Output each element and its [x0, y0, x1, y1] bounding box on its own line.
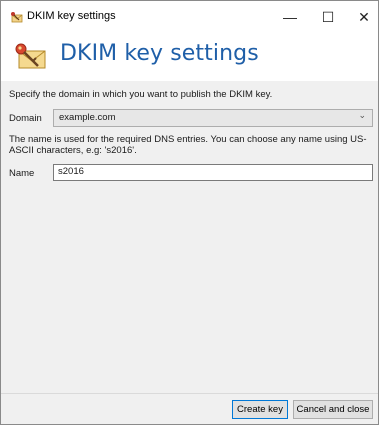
name-input[interactable]: s2016 — [53, 164, 373, 181]
key-envelope-icon — [11, 12, 23, 23]
window-title: DKIM key settings — [27, 10, 116, 22]
create-key-button[interactable]: Create key — [232, 400, 288, 419]
instruction-text: Specify the domain in which you want to … — [9, 89, 273, 100]
maximize-button[interactable]: ☐ — [308, 1, 348, 33]
name-help-text: The name is used for the required DNS en… — [9, 134, 367, 156]
dialog-footer: Create key Cancel and close — [1, 393, 378, 424]
dkim-settings-window: DKIM key settings — ☐ ✕ DKIM key setting… — [0, 0, 379, 425]
dialog-content: Specify the domain in which you want to … — [1, 81, 378, 393]
close-button[interactable]: ✕ — [344, 1, 379, 33]
title-bar[interactable]: DKIM key settings — ☐ ✕ — [1, 1, 378, 33]
minimize-button[interactable]: — — [270, 1, 310, 33]
dialog-heading: DKIM key settings — [60, 41, 259, 66]
dialog-header: DKIM key settings — [1, 33, 378, 81]
cancel-and-close-button[interactable]: Cancel and close — [293, 400, 373, 419]
chevron-down-icon: ⌄ — [358, 110, 366, 120]
domain-label: Domain — [9, 113, 42, 124]
domain-selected-value: example.com — [59, 112, 116, 123]
key-envelope-icon — [15, 43, 46, 69]
name-label: Name — [9, 168, 35, 179]
domain-select[interactable]: example.com ⌄ — [53, 109, 373, 127]
